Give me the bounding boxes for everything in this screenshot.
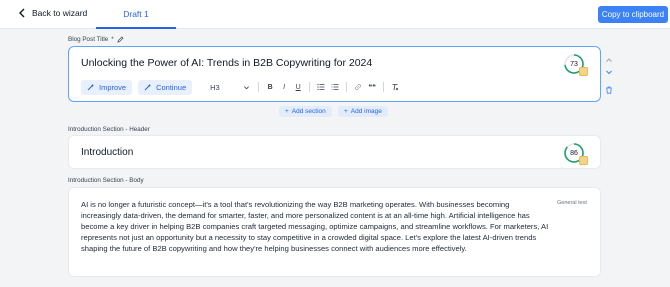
title-score-badge: 73 <box>563 53 588 76</box>
divider <box>346 82 348 92</box>
magic-wand-icon <box>87 84 94 91</box>
blog-title-label-row: Blog Post Title * <box>68 36 124 43</box>
divider <box>258 82 260 92</box>
add-section-button[interactable]: + Add section <box>279 106 332 117</box>
text-type-tag: General text <box>557 200 587 206</box>
intro-body-card[interactable]: AI is no longer a futuristic concept—it'… <box>68 187 601 277</box>
numbered-list-icon <box>331 84 339 90</box>
tab-label: Draft 1 <box>123 8 149 19</box>
heading-select-value: H3 <box>210 82 220 92</box>
grade-icon <box>579 67 588 76</box>
continue-label: Continue <box>156 82 187 92</box>
blog-title-card[interactable]: Unlocking the Power of AI: Trends in B2B… <box>68 46 601 102</box>
add-image-button[interactable]: + Add image <box>338 106 388 117</box>
back-label: Back to wizard <box>32 8 88 18</box>
clear-format-button[interactable] <box>388 80 402 95</box>
quote-button[interactable]: ❝❝ <box>365 80 379 95</box>
clear-format-icon <box>392 84 399 91</box>
link-button[interactable] <box>351 80 365 95</box>
chevron-left-icon <box>19 8 25 18</box>
numbered-list-button[interactable] <box>328 80 342 95</box>
copy-to-clipboard-button[interactable]: Copy to clipboard <box>598 6 668 23</box>
required-mark: * <box>111 36 114 43</box>
top-bar: Back to wizard Draft 1 Copy to clipboard <box>0 0 670 29</box>
back-to-wizard-button[interactable]: Back to wizard <box>18 8 87 18</box>
add-section-label: Add section <box>291 108 326 115</box>
bold-button[interactable]: B <box>263 80 277 95</box>
move-down-button[interactable] <box>604 67 614 77</box>
magic-wand-icon <box>144 84 152 91</box>
blog-title-text[interactable]: Unlocking the Power of AI: Trends in B2B… <box>81 57 372 69</box>
chevron-down-icon <box>606 70 612 75</box>
improve-button[interactable]: Improve <box>81 79 133 95</box>
intro-header-card[interactable]: Introduction 86 <box>68 135 601 169</box>
intro-score-badge: 86 <box>563 142 588 165</box>
improve-label: Improve <box>99 82 127 92</box>
divider <box>309 82 311 92</box>
intro-header-label: Introduction Section - Header <box>68 126 150 133</box>
chevron-down-icon <box>244 85 250 89</box>
blog-title-label: Blog Post Title <box>68 36 109 43</box>
continue-button[interactable]: Continue <box>138 79 193 95</box>
heading-select[interactable]: H3 <box>206 80 254 95</box>
plus-icon: + <box>344 108 348 115</box>
intro-body-text[interactable]: AI is no longer a futuristic concept—it'… <box>81 199 551 254</box>
intro-body-label: Introduction Section - Body <box>68 177 144 184</box>
plus-icon: + <box>285 108 289 115</box>
delete-button[interactable] <box>604 85 614 95</box>
bullet-list-button[interactable] <box>314 80 328 95</box>
italic-button[interactable]: I <box>277 80 291 95</box>
bullet-list-icon <box>317 83 325 91</box>
grade-icon <box>579 156 588 165</box>
link-icon <box>355 84 362 90</box>
pencil-icon[interactable] <box>117 36 124 43</box>
trash-icon <box>606 86 612 94</box>
underline-button[interactable]: U <box>291 80 305 95</box>
tab-draft-1[interactable]: Draft 1 <box>96 0 176 29</box>
editor-toolbar: Improve Continue H3 B I U ❝❝ <box>81 79 402 95</box>
divider <box>383 82 385 92</box>
add-image-label: Add image <box>350 108 382 115</box>
chevron-up-icon <box>606 58 612 62</box>
move-up-button[interactable] <box>604 55 614 65</box>
intro-header-text[interactable]: Introduction <box>81 147 133 158</box>
